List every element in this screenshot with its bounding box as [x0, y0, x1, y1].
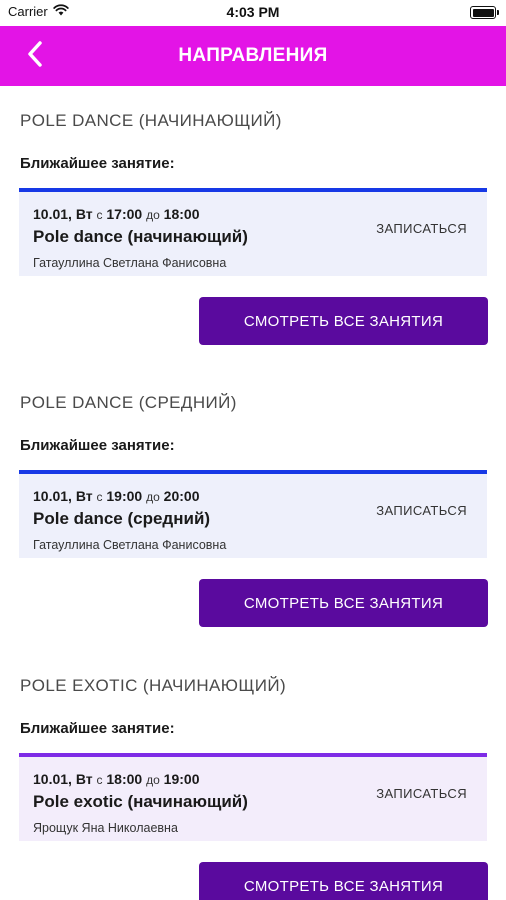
class-card: 10.01, Вт с 19:00 до 20:00 Pole dance (с… [19, 470, 487, 558]
class-name: Pole exotic (начинающий) [33, 792, 248, 811]
class-time: 10.01, Вт с 18:00 до 19:00 [33, 771, 199, 787]
view-all-classes-button[interactable]: СМОТРЕТЬ ВСЕ ЗАНЯТИЯ [199, 297, 488, 345]
to-word: до [146, 208, 160, 222]
class-date: 10.01, Вт [33, 771, 93, 787]
class-name: Pole dance (начинающий) [33, 227, 248, 246]
nearest-class-label: Ближайшее занятие: [20, 437, 175, 454]
class-card: 10.01, Вт с 17:00 до 18:00 Pole dance (н… [19, 188, 487, 276]
signup-button[interactable]: ЗАПИСАТЬСЯ [376, 503, 467, 518]
from-word: с [96, 208, 103, 222]
class-time: 10.01, Вт с 17:00 до 18:00 [33, 206, 199, 222]
class-time: 10.01, Вт с 19:00 до 20:00 [33, 488, 199, 504]
back-button[interactable] [20, 39, 50, 73]
class-end: 19:00 [163, 771, 200, 787]
class-start: 17:00 [106, 206, 143, 222]
direction-title: POLE DANCE (НАЧИНАЮЩИЙ) [20, 111, 282, 130]
class-name: Pole dance (средний) [33, 509, 211, 528]
class-date: 10.01, Вт [33, 206, 93, 222]
class-start: 19:00 [106, 488, 143, 504]
nav-bar: НАПРАВЛЕНИЯ [0, 26, 506, 86]
class-card: 10.01, Вт с 18:00 до 19:00 Pole exotic (… [19, 753, 487, 841]
chevron-left-icon [27, 40, 43, 72]
status-bar-time: 4:03 PM [226, 4, 280, 20]
class-start: 18:00 [106, 771, 143, 787]
direction-title: POLE DANCE (СРЕДНИЙ) [20, 393, 237, 412]
status-bar: Carrier 4:03 PM [0, 0, 506, 26]
teacher-name: Ярощук Яна Николаевна [33, 821, 178, 835]
class-end: 20:00 [163, 488, 200, 504]
to-word: до [146, 773, 160, 787]
from-word: с [96, 490, 103, 504]
page-title: НАПРАВЛЕНИЯ [178, 45, 328, 66]
to-word: до [146, 490, 160, 504]
teacher-name: Гатауллина Светлана Фанисовна [33, 538, 227, 552]
class-end: 18:00 [163, 206, 200, 222]
teacher-name: Гатауллина Светлана Фанисовна [33, 256, 227, 270]
view-all-classes-button[interactable]: СМОТРЕТЬ ВСЕ ЗАНЯТИЯ [199, 579, 488, 627]
nearest-class-label: Ближайшее занятие: [20, 155, 175, 172]
class-date: 10.01, Вт [33, 488, 93, 504]
from-word: с [96, 773, 103, 787]
signup-button[interactable]: ЗАПИСАТЬСЯ [376, 786, 467, 801]
signup-button[interactable]: ЗАПИСАТЬСЯ [376, 221, 467, 236]
battery-icon [470, 6, 499, 19]
direction-title: POLE EXOTIC (НАЧИНАЮЩИЙ) [20, 676, 287, 695]
nearest-class-label: Ближайшее занятие: [20, 720, 175, 737]
view-all-classes-button[interactable]: СМОТРЕТЬ ВСЕ ЗАНЯТИЯ [199, 862, 488, 900]
